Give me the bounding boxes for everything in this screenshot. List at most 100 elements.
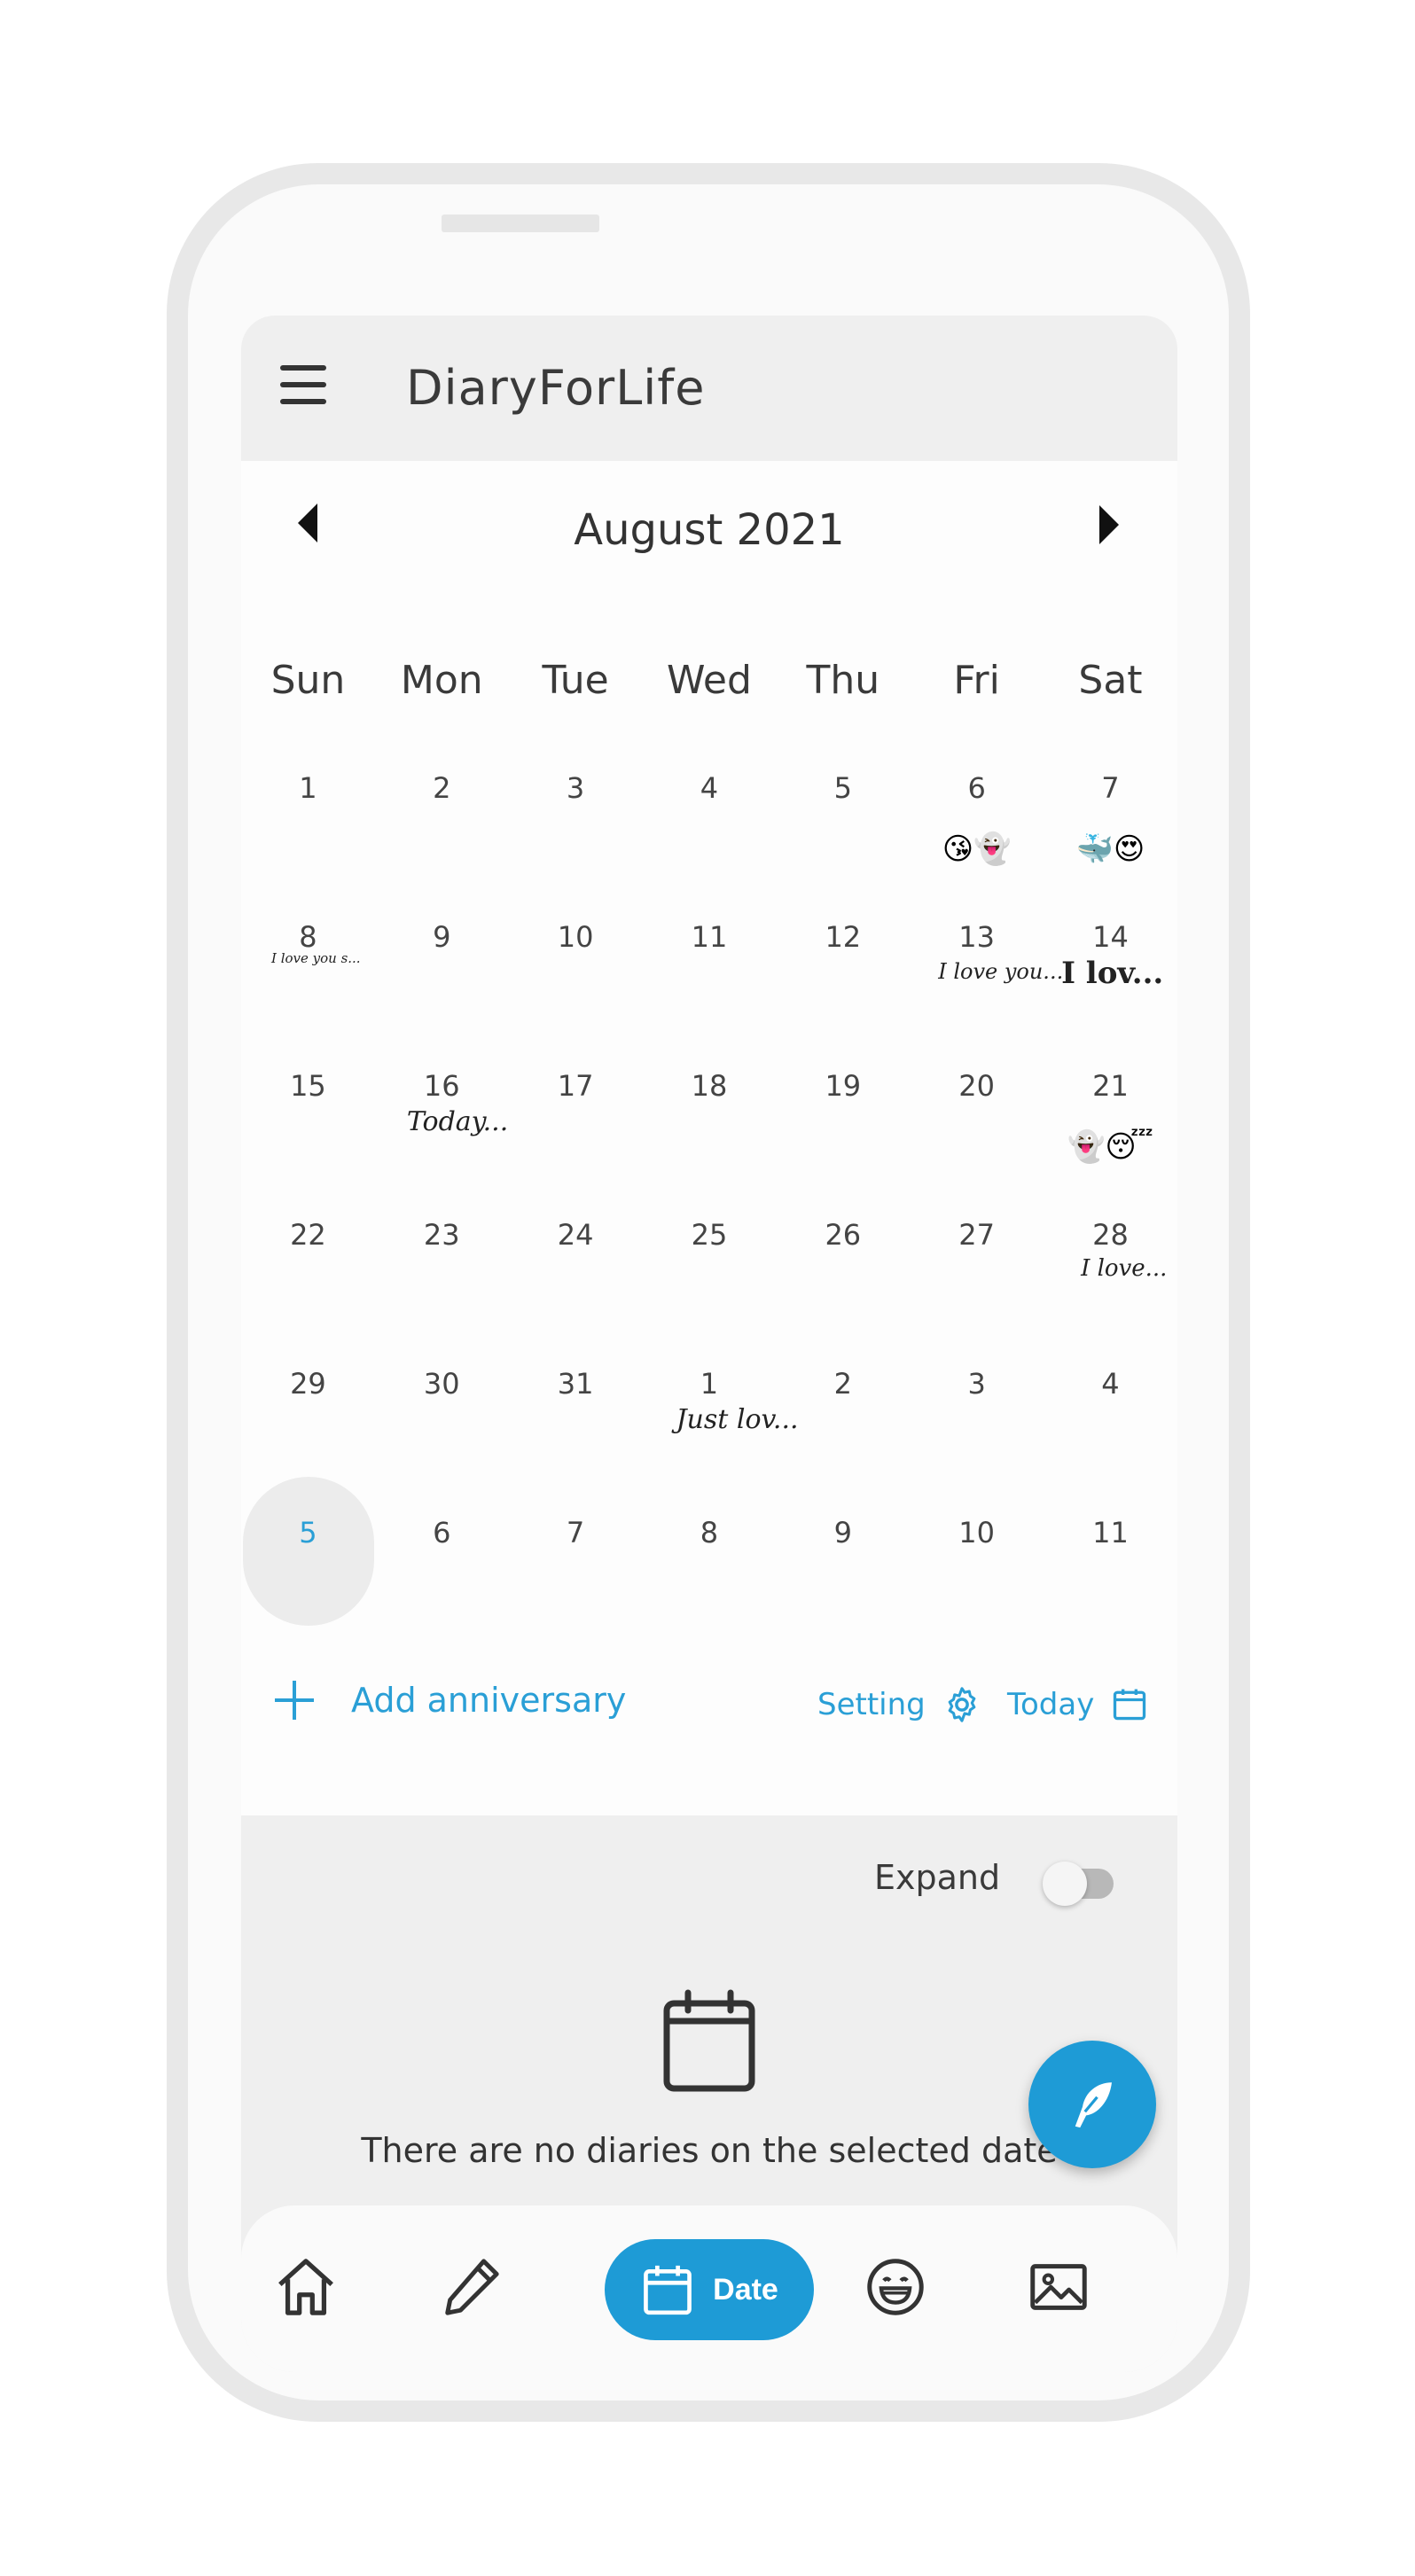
day-number: 20 — [958, 1069, 995, 1103]
expand-toggle-knob[interactable] — [1043, 1862, 1087, 1906]
day-number: 11 — [691, 920, 728, 954]
day-number: 5 — [299, 1516, 317, 1550]
app-title: DiaryForLife — [406, 360, 706, 416]
calendar-day[interactable]: 3 — [509, 771, 643, 920]
weekday-label: Wed — [666, 658, 752, 703]
calendar-actions: Add anniversary Setting Today — [241, 1681, 1177, 1769]
calendar-day[interactable]: 22 — [241, 1218, 375, 1367]
calendar-icon — [644, 2265, 692, 2315]
calendar-day[interactable]: 19 — [776, 1069, 910, 1218]
calendar-day[interactable]: 26 — [776, 1218, 910, 1367]
mood-emoji: 👻😴 — [1067, 1129, 1153, 1165]
calendar-day-selected[interactable]: 5 — [241, 1477, 375, 1665]
day-number: 12 — [825, 920, 862, 954]
calendar-day[interactable]: 🐳😍 14 I lov... — [1044, 831, 1177, 1069]
weekday-label: Tue — [542, 658, 609, 703]
diary-note-preview: I love... — [1081, 1255, 1168, 1282]
day-number: 21 — [1092, 1069, 1129, 1103]
calendar-day[interactable]: 24 — [509, 1218, 643, 1367]
calendar-week: 29 30 31 1 Just lov... 2 3 4 — [241, 1367, 1177, 1516]
calendar-day[interactable]: 6 — [375, 1516, 509, 1665]
nav-date-tab[interactable]: Date — [605, 2239, 814, 2340]
day-number: 15 — [290, 1069, 326, 1103]
calendar-week: 15 16 Today... 17 18 19 20 21 — [241, 1069, 1177, 1218]
next-month-icon[interactable] — [1099, 505, 1119, 544]
day-number: 8 — [700, 1516, 719, 1550]
calendar-week: 8 I love you s... 9 10 11 12 😘👻 13 I lov… — [241, 831, 1177, 1069]
calendar-day[interactable]: 17 — [509, 1069, 643, 1218]
day-number: 25 — [691, 1218, 728, 1252]
calendar-week: 5 6 7 8 9 10 11 — [241, 1477, 1177, 1665]
expand-label: Expand — [874, 1858, 1001, 1897]
image-icon[interactable] — [1027, 2253, 1091, 2321]
today-button[interactable]: Today — [1007, 1684, 1149, 1725]
menu-icon[interactable] — [280, 365, 326, 404]
day-number: 14 — [1092, 920, 1129, 954]
calendar-day[interactable]: 25 — [643, 1218, 777, 1367]
calendar-day[interactable]: 11 — [1044, 1516, 1177, 1665]
add-anniversary-label: Add anniversary — [351, 1681, 627, 1720]
day-number: 23 — [423, 1218, 460, 1252]
day-number: 2 — [833, 1367, 852, 1401]
nav-date-label: Date — [713, 2272, 778, 2307]
calendar-day[interactable]: 8 I love you s... — [241, 920, 375, 1069]
calendar-day[interactable]: 8 — [643, 1516, 777, 1665]
calendar-day[interactable]: 15 — [241, 1069, 375, 1218]
calendar-day[interactable]: 31 — [509, 1367, 643, 1516]
day-number: 7 — [566, 1516, 585, 1550]
calendar-day[interactable]: 10 — [509, 920, 643, 1069]
calendar-day[interactable]: 20 — [910, 1069, 1044, 1218]
calendar-day[interactable]: 2 — [375, 771, 509, 920]
calendar-week: 22 23 24 25 26 27 👻😴 28 I love... — [241, 1129, 1177, 1367]
day-number: 29 — [290, 1367, 326, 1401]
calendar-day[interactable]: 1 — [241, 771, 375, 920]
calendar-day[interactable]: 1 Just lov... — [643, 1367, 799, 1516]
calendar-day[interactable]: 👻😴 28 I love... — [1044, 1129, 1177, 1367]
add-anniversary-button[interactable]: Add anniversary — [275, 1681, 626, 1720]
month-label: August 2021 — [574, 505, 845, 555]
setting-button[interactable]: Setting — [817, 1684, 982, 1725]
calendar-day[interactable]: 27 — [910, 1218, 1044, 1367]
weekday-label: Sun — [270, 658, 346, 703]
calendar-day[interactable]: 30 — [375, 1367, 509, 1516]
calendar-day[interactable]: 4 — [643, 771, 777, 920]
write-diary-fab[interactable] — [1028, 2041, 1156, 2168]
feather-icon — [1075, 2082, 1112, 2128]
calendar-day[interactable]: 7 — [509, 1516, 643, 1665]
day-number: 24 — [557, 1218, 594, 1252]
calendar-day[interactable]: 10 — [910, 1516, 1044, 1665]
day-number: 10 — [958, 1516, 995, 1550]
day-number: 30 — [423, 1367, 460, 1401]
calendar-grid: 1 2 3 4 5 6 7 8 I love you s... 9 10 11 … — [241, 771, 1177, 1665]
setting-label: Setting — [817, 1687, 926, 1722]
home-icon[interactable] — [275, 2253, 337, 2321]
day-number: 31 — [557, 1367, 594, 1401]
day-number: 7 — [1101, 771, 1120, 805]
smile-icon[interactable] — [864, 2253, 927, 2321]
calendar-day[interactable]: 18 — [643, 1069, 777, 1218]
today-label: Today — [1007, 1687, 1095, 1722]
day-number: 17 — [557, 1069, 594, 1103]
calendar-day[interactable]: 2 — [776, 1367, 910, 1516]
calendar-small-icon — [1114, 1689, 1146, 1721]
calendar-day[interactable]: 9 — [776, 1516, 910, 1665]
calendar-day[interactable]: 4 — [1044, 1367, 1177, 1516]
calendar-day[interactable]: 5 — [776, 771, 910, 920]
day-number: 8 — [299, 920, 317, 954]
pencil-icon[interactable] — [440, 2253, 502, 2321]
day-number: 10 — [557, 920, 594, 954]
day-number: 4 — [700, 771, 719, 805]
calendar-day[interactable]: 12 — [776, 920, 910, 1069]
calendar-day[interactable]: 11 — [643, 920, 777, 1069]
day-number: 1 — [700, 1367, 719, 1401]
calendar-day[interactable]: 😘👻 13 I love you... — [910, 831, 1063, 1069]
calendar-day[interactable]: 16 Today... — [375, 1069, 509, 1218]
diary-note-preview: Today... — [406, 1106, 509, 1137]
day-number: 11 — [1092, 1516, 1129, 1550]
plus-icon — [275, 1681, 314, 1720]
day-number: 6 — [967, 771, 986, 805]
selected-day-highlight — [243, 1477, 374, 1626]
calendar-day[interactable]: 23 — [375, 1218, 509, 1367]
calendar-day[interactable]: 3 — [910, 1367, 1044, 1516]
calendar-day[interactable]: 9 — [375, 920, 509, 1069]
